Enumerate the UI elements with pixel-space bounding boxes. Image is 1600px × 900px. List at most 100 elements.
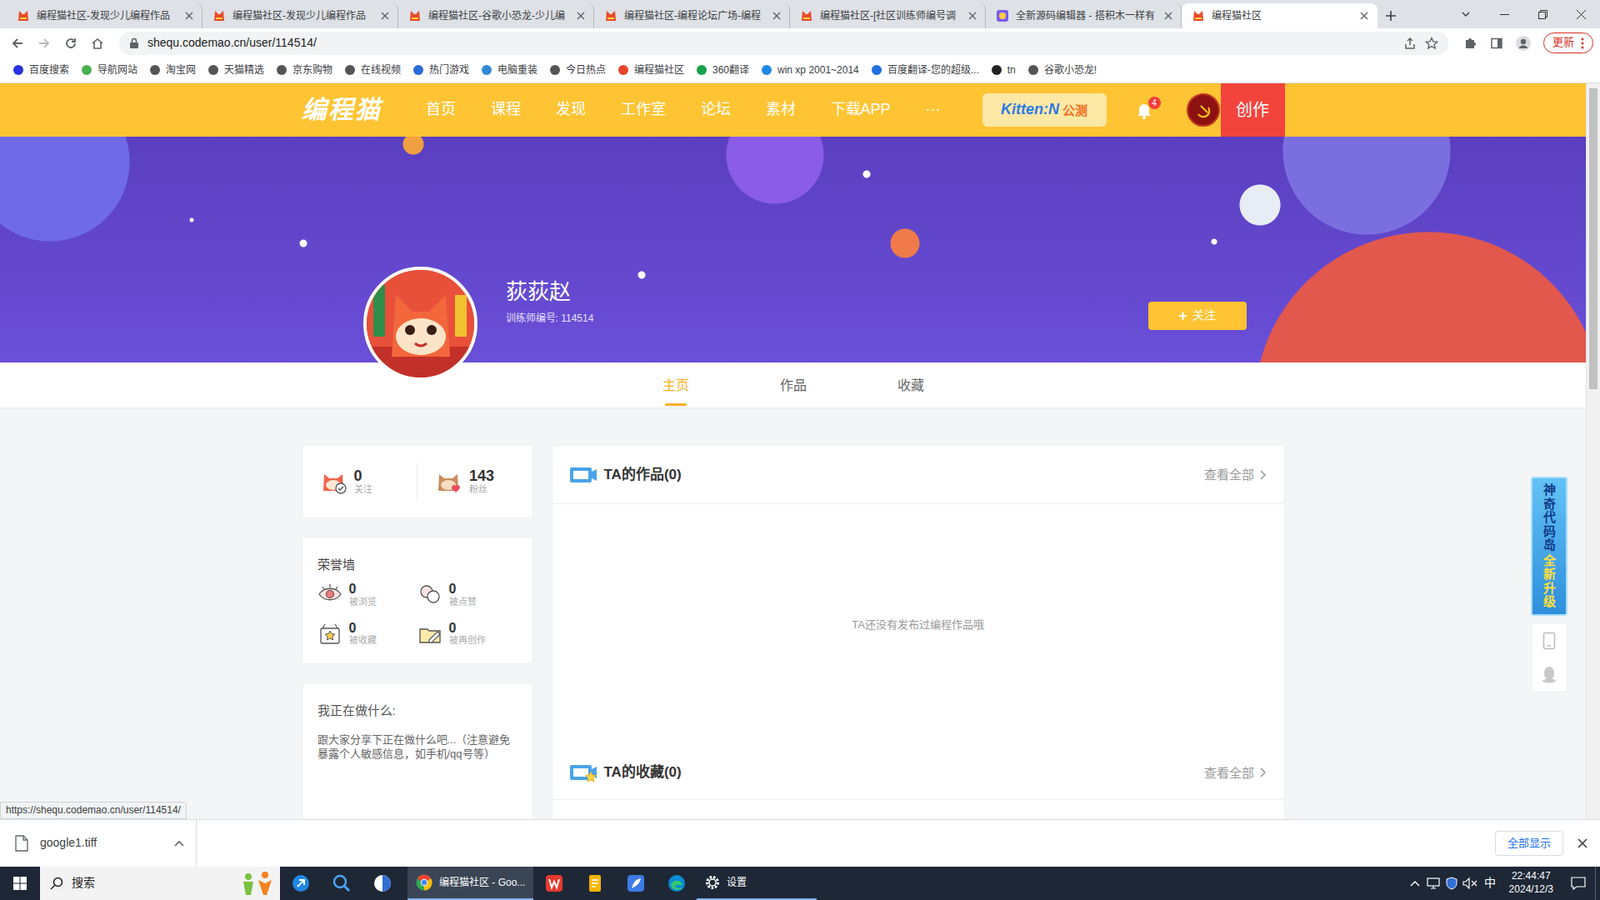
search-icon[interactable] [50,876,64,890]
reload-icon[interactable] [57,30,85,56]
restore-icon[interactable] [1523,0,1562,29]
close-tab-icon[interactable] [968,11,977,20]
bookmark-label[interactable]: win xp 2001~2014 [777,63,860,78]
tab-search-icon[interactable] [1446,0,1485,29]
notifications[interactable]: 4 [1135,100,1154,120]
lock-icon[interactable] [129,37,140,50]
bookmark-label[interactable]: 淘宝网 [165,63,196,78]
chevron-up-icon[interactable] [174,840,185,847]
kitten-button[interactable]: Kitten:N公测 [982,93,1107,127]
tab-label[interactable]: 作品 [780,376,807,395]
bookmark-label[interactable]: 编程猫社区 [634,63,685,78]
time[interactable]: 22:44:47 [1511,870,1551,884]
speaker-muted-icon[interactable] [1460,866,1480,900]
close-tab-icon[interactable] [772,11,781,20]
promo-banner[interactable]: 神奇代码岛全新升级 [1530,476,1568,616]
status-hint[interactable]: 跟大家分享下正在做什么吧...（注意避免暴露个人敏感信息，如手机/qq号等） [317,732,518,762]
nav-item[interactable]: 发现 [555,99,586,120]
close-icon[interactable] [1576,837,1589,850]
input-method[interactable]: 中 [1479,875,1501,892]
bing-figure-icon[interactable] [238,870,275,897]
view-all-link[interactable]: 查看全部 [1204,764,1266,782]
tab-title[interactable]: 编程猫社区-发现少儿编程作品 [232,9,375,24]
browser-tab[interactable]: 编程猫社区-谷歌小恐龙-少儿编 [398,3,595,29]
tab-title[interactable]: 全新源码编辑器 - 搭积木一样有 [1015,9,1158,24]
bookmark-label[interactable]: 电脑重装 [497,63,538,78]
follow-button[interactable]: +关注 [1148,301,1247,330]
file-name[interactable]: google1.tiff [40,835,163,852]
bookmark[interactable]: 编程猫社区 [611,60,690,80]
profile-tab[interactable]: 作品 [734,362,852,408]
chevron-up-icon[interactable] [1405,866,1425,900]
bookmark[interactable]: 电脑重装 [475,60,544,80]
file-icon[interactable] [15,835,29,852]
scrollbar[interactable] [1585,83,1600,820]
bookmark-label[interactable]: 百度翻译-您的超级... [887,63,980,78]
tab-title[interactable]: 编程猫社区 [1211,9,1354,24]
create-button[interactable]: 创作 [1220,83,1285,137]
feather-icon[interactable] [615,866,656,900]
network-icon[interactable] [1424,866,1443,900]
app-icon[interactable] [361,866,403,900]
show-desktop[interactable] [1595,866,1600,900]
browser-tab[interactable]: 编程猫社区-发现少儿编程作品 [6,3,203,29]
close-window-icon[interactable] [1561,0,1600,29]
bookmark[interactable]: 京东购物 [270,60,339,80]
bookmark-label[interactable]: 谷歌小恐龙! [1044,63,1097,78]
nav-item[interactable]: 论坛 [700,99,731,120]
browser-tab[interactable]: 编程猫社区 [1181,3,1378,29]
bookmark[interactable]: 百度翻译-您的超级... [865,60,985,80]
promo-text[interactable]: 全新升级 [1543,554,1556,610]
bookmark[interactable]: 360翻译 [690,60,755,80]
bookmark-label[interactable]: 今日热点 [565,63,606,78]
notification-badge[interactable]: 4 [1148,96,1161,110]
profile-icon[interactable] [1510,30,1537,56]
tab-title[interactable]: 编程猫社区-谷歌小恐龙-少儿编 [428,9,570,24]
close-tab-icon[interactable] [1360,11,1369,20]
nav-item[interactable]: ··· [925,99,941,120]
view-all-label[interactable]: 查看全部 [1204,764,1255,782]
mobile-icon[interactable] [1542,631,1556,650]
stat-item[interactable]: 0关注 [302,462,419,501]
address-bar[interactable]: shequ.codemao.cn/user/114514/ [119,31,1449,55]
app-label[interactable]: 设置 [726,875,747,890]
url-text[interactable]: shequ.codemao.cn/user/114514/ [147,35,317,52]
nav-item[interactable]: 工作室 [620,99,666,120]
back-icon[interactable] [4,30,31,56]
tab-title[interactable]: 编程猫社区-[社区训练师编号调 [820,9,962,24]
kitten-label[interactable]: Kitten:N [1000,99,1060,120]
search-app-icon[interactable] [320,866,362,900]
browser-tab[interactable]: 编程猫社区-编程论坛广场-编程 [594,3,790,29]
extensions-icon[interactable] [1456,30,1484,56]
browser-tab[interactable]: 编程猫社区-发现少儿编程作品 [202,3,399,29]
edge-icon[interactable] [655,866,697,900]
beta-tag[interactable]: 公测 [1062,101,1088,120]
bookmark-label[interactable]: 百度搜索 [29,63,70,78]
profile-tab[interactable]: 收藏 [851,362,970,408]
bookmark[interactable]: 热门游戏 [406,60,475,80]
nav-item[interactable]: 素材 [765,99,796,120]
tab-title[interactable]: 编程猫社区-编程论坛广场-编程 [624,9,766,24]
shield-icon[interactable] [1442,866,1461,900]
update-button[interactable]: 更新 [1543,32,1594,53]
promo-text[interactable]: 神奇代码岛 [1543,483,1556,553]
scrollbar-thumb[interactable] [1589,88,1598,390]
bookmark-label[interactable]: tn [1007,63,1016,78]
bookmark[interactable]: 在线视频 [338,60,407,80]
new-tab-icon[interactable] [1377,3,1405,29]
notification-center-icon[interactable] [1561,866,1595,900]
bookmark-label[interactable]: 天猫精选 [224,63,265,78]
bookmark[interactable]: 百度搜索 [6,60,75,80]
site-logo[interactable]: 编程猫 [301,92,394,128]
view-all-link[interactable]: 查看全部 [1204,465,1266,484]
close-tab-icon[interactable] [380,11,390,20]
profile-avatar[interactable] [363,266,478,381]
user-avatar[interactable] [1186,93,1220,127]
view-all-label[interactable]: 查看全部 [1204,465,1255,484]
bookmark[interactable]: 导航网站 [75,60,144,80]
minimize-icon[interactable] [1485,0,1524,29]
wps-icon[interactable] [533,866,575,900]
taskbar-app[interactable]: 设置 [696,866,817,900]
app-icon[interactable] [280,866,321,900]
search-placeholder[interactable]: 搜索 [71,875,230,892]
